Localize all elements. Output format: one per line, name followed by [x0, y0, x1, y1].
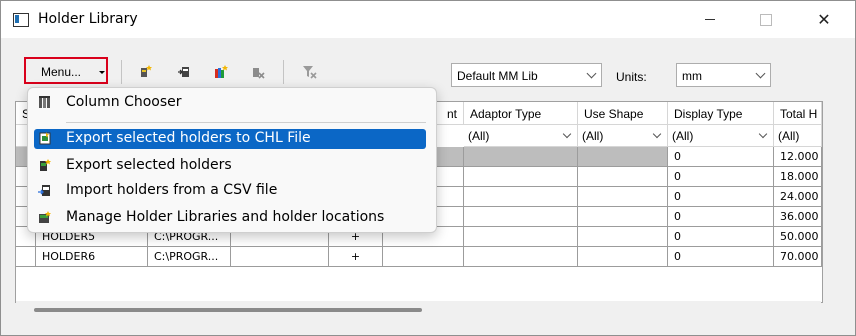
menu-item-manage-libraries[interactable]: Manage Holder Libraries and holder locat…	[34, 208, 426, 228]
window-title: Holder Library	[38, 11, 138, 27]
minimize-button[interactable]	[687, 1, 733, 38]
units-label: Units:	[616, 70, 647, 84]
manage-libraries-icon	[39, 211, 51, 223]
table-cell[interactable]	[464, 187, 578, 207]
caret-down-icon	[99, 71, 105, 74]
menu-item-export-holders[interactable]: Export selected holders	[34, 156, 426, 176]
menu-item-label: Manage Holder Libraries and holder locat…	[66, 209, 385, 225]
table-cell[interactable]: 24.000	[774, 187, 822, 207]
menu-button[interactable]: Menu...	[24, 57, 108, 84]
column-header-use-shape[interactable]: Use Shape	[578, 102, 668, 125]
column-chooser-icon	[39, 96, 50, 108]
table-cell[interactable]	[464, 227, 578, 247]
table-cell[interactable]	[16, 247, 36, 267]
menu-item-label: Column Chooser	[66, 94, 182, 110]
toolbar-separator	[121, 60, 122, 84]
menu-item-import-csv[interactable]: Import holders from a CSV file	[34, 181, 426, 201]
minimize-icon	[705, 19, 715, 20]
chevron-down-icon	[652, 129, 662, 139]
export-chl-icon	[39, 132, 51, 145]
maximize-button[interactable]	[743, 1, 789, 38]
menu-item-export-chl[interactable]: Export selected holders to CHL File	[34, 129, 426, 149]
menu-item-column-chooser[interactable]: Column Chooser	[34, 93, 426, 113]
filter-use-shape[interactable]: (All)	[578, 125, 668, 147]
filter-total-height[interactable]: (All)	[774, 125, 822, 147]
table-cell[interactable]: 0	[668, 187, 774, 207]
horizontal-scrollbar[interactable]	[16, 301, 821, 318]
table-cell[interactable]: 0	[668, 167, 774, 187]
table-cell[interactable]	[383, 247, 464, 267]
import-csv-icon	[38, 185, 50, 196]
table-cell[interactable]: 0	[668, 247, 774, 267]
add-holder-icon[interactable]	[138, 64, 154, 80]
colors-icon[interactable]	[213, 64, 229, 80]
table-cell[interactable]	[578, 167, 668, 187]
table-cell[interactable]: 0	[668, 227, 774, 247]
table-cell[interactable]	[578, 247, 668, 267]
toolbar: Menu... Default MM Lib mm	[1, 39, 855, 89]
table-cell[interactable]: 0	[668, 207, 774, 227]
filter-display-type[interactable]: (All)	[668, 125, 774, 147]
table-cell[interactable]	[464, 167, 578, 187]
table-cell[interactable]	[578, 147, 668, 167]
column-header-total-height[interactable]: Total H	[774, 102, 822, 125]
holder-library-window: Holder Library ✕ Menu... Default MM Lib …	[0, 0, 856, 336]
table-cell[interactable]: 50.000	[774, 227, 822, 247]
table-cell[interactable]	[578, 187, 668, 207]
table-cell[interactable]	[578, 227, 668, 247]
filter-value: (All)	[672, 129, 694, 143]
menu-button-label: Menu...	[41, 65, 82, 79]
table-cell[interactable]	[464, 147, 578, 167]
export-holders-icon	[40, 159, 51, 171]
filter-value: (All)	[468, 129, 490, 143]
toolbar-separator	[283, 60, 284, 84]
close-button[interactable]: ✕	[801, 1, 847, 38]
title-bar: Holder Library ✕	[1, 1, 855, 38]
units-select-value: mm	[682, 69, 702, 83]
menu-item-label: Export selected holders	[66, 157, 232, 173]
clear-filter-icon[interactable]	[301, 64, 317, 80]
library-select-value: Default MM Lib	[457, 69, 538, 83]
table-cell[interactable]: +	[329, 247, 383, 267]
filter-value: (All)	[582, 129, 604, 143]
chevron-down-icon	[758, 129, 768, 139]
delete-holder-icon[interactable]	[249, 64, 265, 80]
table-cell[interactable]: C:\PROGR...	[148, 247, 231, 267]
maximize-icon	[760, 13, 772, 26]
table-cell[interactable]	[231, 247, 329, 267]
table-cell[interactable]: 18.000	[774, 167, 822, 187]
chevron-down-icon	[562, 129, 572, 139]
table-cell[interactable]: 70.000	[774, 247, 822, 267]
menu-item-label: Import holders from a CSV file	[66, 182, 278, 198]
chevron-down-icon	[755, 68, 766, 79]
filter-adaptor-type[interactable]: (All)	[464, 125, 578, 147]
table-cell[interactable]: 12.000	[774, 147, 822, 167]
menu-item-label: Export selected holders to CHL File	[66, 130, 311, 146]
table-cell[interactable]	[464, 247, 578, 267]
table-cell[interactable]	[464, 207, 578, 227]
filter-value: (All)	[778, 129, 800, 143]
table-cell[interactable]	[578, 207, 668, 227]
close-icon: ✕	[817, 10, 831, 29]
units-select[interactable]: mm	[676, 63, 771, 87]
table-cell[interactable]: 0	[668, 147, 774, 167]
menu-dropdown: Column Chooser Export selected holders t…	[27, 87, 437, 233]
column-header-display-type[interactable]: Display Type	[668, 102, 774, 125]
library-select[interactable]: Default MM Lib	[451, 63, 602, 87]
import-holder-icon[interactable]	[177, 64, 193, 80]
table-cell[interactable]: 36.000	[774, 207, 822, 227]
chevron-down-icon	[586, 68, 597, 79]
table-cell[interactable]: HOLDER6	[36, 247, 148, 267]
app-icon	[13, 13, 29, 27]
scrollbar-thumb[interactable]	[34, 308, 422, 312]
menu-separator	[66, 122, 426, 123]
column-header-adaptor-type[interactable]: Adaptor Type	[464, 102, 578, 125]
